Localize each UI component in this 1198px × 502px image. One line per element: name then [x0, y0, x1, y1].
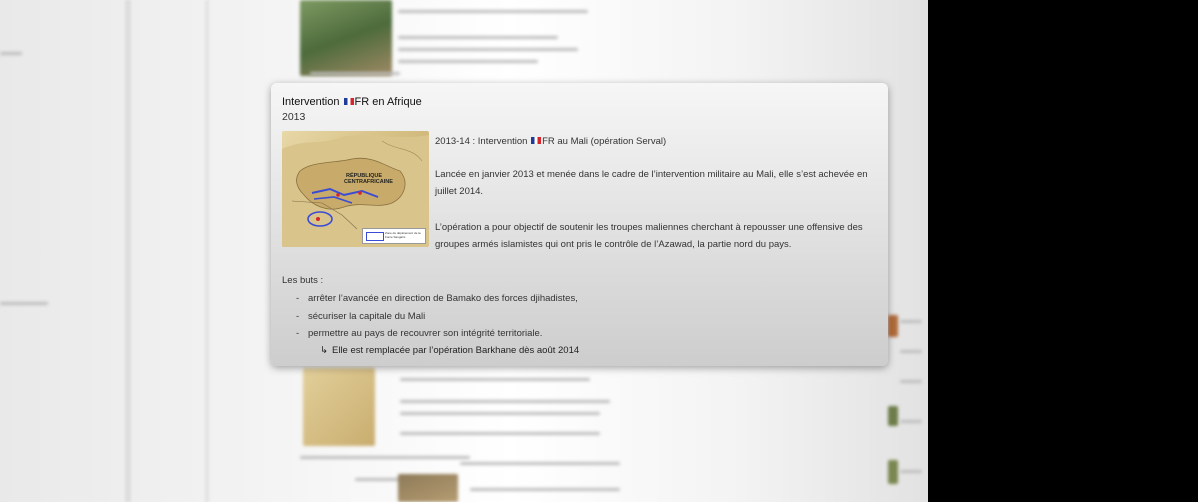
popup-year: 2013 [282, 111, 306, 123]
popup-title: Intervention FR en Afrique [282, 96, 422, 108]
background-text-line [300, 456, 470, 459]
dash-bullet: - [296, 328, 300, 339]
intervention-popup-card[interactable]: Intervention FR en Afrique 2013 RÉPUBLIQ… [271, 83, 888, 366]
background-thumbnail [398, 474, 458, 502]
background-text-line [0, 52, 22, 55]
goal-item: - permettre au pays de recouvrer son inté… [296, 328, 542, 339]
goal-text: sécuriser la capitale du Mali [308, 311, 426, 322]
background-text-line [460, 462, 620, 465]
centrafrique-map-image[interactable]: RÉPUBLIQUE CENTRAFRICAINE Zone de déploi… [282, 131, 429, 247]
background-text-line [398, 36, 558, 39]
background-text-line [900, 350, 922, 353]
background-text-line [398, 48, 578, 51]
background-text-line [400, 432, 600, 435]
background-text-line [470, 488, 620, 491]
flag-france-icon [531, 137, 542, 144]
legend-swatch [366, 232, 384, 241]
background-text-line [900, 420, 922, 423]
goal-text: arrêter l’avancée en direction de Bamako… [308, 293, 578, 304]
background-divider [205, 0, 209, 502]
return-arrow-icon: ↳ [320, 345, 328, 356]
black-margin [928, 0, 1198, 502]
background-text-line [900, 380, 922, 383]
background-text-line [900, 320, 922, 323]
legend-text: Zone de déploiement de la Force Sangaris [385, 231, 421, 239]
flag-france-icon [343, 98, 354, 105]
background-thumbnail [888, 406, 898, 426]
background-text-line [400, 412, 600, 415]
dash-bullet: - [296, 311, 300, 322]
background-text-line [398, 60, 538, 63]
background-map-thumbnail [303, 368, 375, 446]
map-legend: Zone de déploiement de la Force Sangaris [362, 228, 426, 244]
background-text-line [310, 72, 400, 75]
background-text-line [0, 302, 48, 305]
barkhane-note: ↳ Elle est remplacée par l’opération Bark… [320, 345, 579, 356]
background-text-line [400, 378, 590, 381]
goal-item: - sécuriser la capitale du Mali [296, 311, 425, 322]
goal-text: permettre au pays de recouvrer son intég… [308, 328, 543, 339]
map-country-label: RÉPUBLIQUE CENTRAFRICAINE [344, 173, 393, 185]
paragraph-objective: L’opération a pour objectif de soutenir … [435, 222, 863, 250]
background-divider [125, 0, 131, 502]
barkhane-note-text: Elle est remplacée par l’opération Barkh… [332, 345, 580, 356]
section-title-suffix: FR au Mali (opération Serval) [542, 136, 667, 147]
background-text-line [398, 10, 588, 13]
section-title-prefix: 2013-14 : Intervention [435, 136, 531, 147]
paragraph-launch: Lancée en janvier 2013 et menée dans le … [435, 169, 868, 197]
background-thumbnail [300, 0, 392, 76]
background-text-line [900, 470, 922, 473]
background-text-line [400, 400, 610, 403]
background-thumbnail [888, 460, 898, 484]
section-title: 2013-14 : Intervention FR au Mali (opéra… [435, 136, 666, 147]
popup-title-prefix: Intervention [282, 96, 343, 108]
goal-item: - arrêter l’avancée en direction de Bamak… [296, 293, 578, 304]
dash-bullet: - [296, 293, 300, 304]
popup-title-suffix: FR en Afrique [354, 96, 422, 108]
background-thumbnail [888, 315, 898, 337]
goals-label: Les buts : [282, 275, 324, 286]
